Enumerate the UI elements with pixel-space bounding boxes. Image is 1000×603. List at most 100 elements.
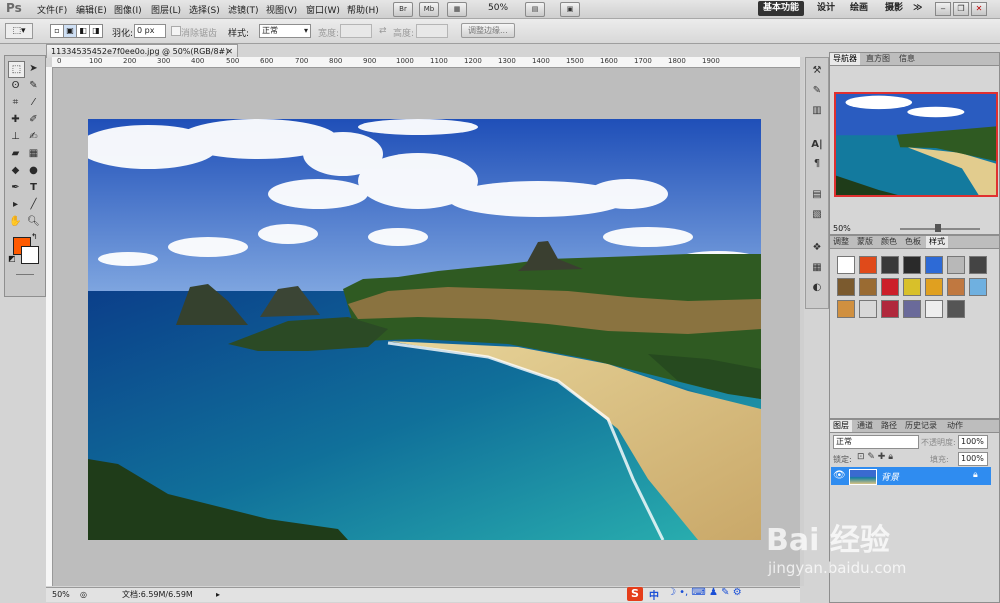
quick-selection-tool-icon[interactable]: ✎ <box>26 78 41 93</box>
status-info-icon[interactable]: ◎ <box>80 588 87 602</box>
history-brush-tool-icon[interactable]: ✍ <box>26 129 41 144</box>
subtract-selection-icon[interactable]: ◧ <box>76 24 90 38</box>
style-swatch[interactable] <box>837 300 855 318</box>
antialias-checkbox[interactable] <box>171 26 181 36</box>
tab-styles[interactable]: 样式 <box>926 236 948 248</box>
new-selection-icon[interactable]: ▫ <box>50 24 64 38</box>
path-selection-tool-icon[interactable]: ▸ <box>8 197 23 212</box>
workspace-design[interactable]: 设计 <box>812 1 840 16</box>
style-swatch[interactable] <box>947 256 965 274</box>
shape-tool-icon[interactable]: ╱ <box>26 197 41 212</box>
style-swatch[interactable] <box>969 256 987 274</box>
style-swatch[interactable] <box>903 278 921 296</box>
clone-source-icon[interactable]: ▥ <box>810 104 824 118</box>
swap-dimensions-icon[interactable]: ⇄ <box>379 26 387 36</box>
menu-view[interactable]: 视图(V) <box>266 3 297 16</box>
tab-swatches[interactable]: 色板 <box>902 236 924 248</box>
ime-mode-label[interactable]: 中 <box>649 587 659 602</box>
rect-marquee-preset-icon[interactable]: ⬚▾ <box>5 23 33 39</box>
style-swatch[interactable] <box>903 300 921 318</box>
tab-paths[interactable]: 路径 <box>878 420 900 432</box>
measurement-log-icon[interactable]: ▦ <box>810 261 824 275</box>
tab-channels[interactable]: 通道 <box>854 420 876 432</box>
status-arrow-icon[interactable]: ▸ <box>216 588 220 602</box>
blur-tool-icon[interactable]: ◆ <box>8 163 23 178</box>
layer-row[interactable]: 👁︎ 背景 🔒︎ <box>831 467 991 485</box>
zoom-level-select[interactable]: 50% <box>488 3 508 13</box>
bridge-button[interactable]: Br <box>393 2 413 17</box>
style-swatch[interactable] <box>837 256 855 274</box>
restore-icon[interactable]: ❐ <box>953 2 969 16</box>
menu-edit[interactable]: 编辑(E) <box>76 3 107 16</box>
menu-file[interactable]: 文件(F) <box>37 3 67 16</box>
style-swatch[interactable] <box>925 300 943 318</box>
width-input[interactable] <box>340 24 372 38</box>
workspace-painting[interactable]: 绘画 <box>845 1 873 16</box>
tab-actions[interactable]: 动作 <box>944 420 966 432</box>
tab-histogram[interactable]: 直方图 <box>863 53 893 65</box>
mini-bridge-button[interactable]: Mb <box>419 2 439 17</box>
tab-info[interactable]: 信息 <box>896 53 918 65</box>
style-swatch[interactable] <box>859 278 877 296</box>
paragraph-panel-icon[interactable]: ¶ <box>810 157 824 171</box>
rectangular-marquee-tool-icon[interactable]: ⬚ <box>8 61 25 78</box>
swap-colors-icon[interactable]: ↰ <box>31 232 38 241</box>
fill-input[interactable]: 100% <box>958 452 988 466</box>
tab-adjustments[interactable]: 调整 <box>830 236 852 248</box>
workspace-basic[interactable]: 基本功能 <box>758 1 805 16</box>
layer-name[interactable]: 背景 <box>881 470 899 483</box>
style-swatch[interactable] <box>881 278 899 296</box>
menu-help[interactable]: 帮助(H) <box>347 3 379 16</box>
menu-image[interactable]: 图像(I) <box>114 3 142 16</box>
style-swatch[interactable] <box>859 300 877 318</box>
notes-icon[interactable]: ▧ <box>810 208 824 222</box>
document-tab[interactable]: 11334535452e7f0ee0o.jpg @ 50%(RGB/8#) ✕ <box>46 44 238 58</box>
style-swatch[interactable] <box>903 256 921 274</box>
clone-stamp-tool-icon[interactable]: ⊥ <box>8 129 23 144</box>
style-swatch[interactable] <box>925 256 943 274</box>
pen-tool-icon[interactable]: ✒ <box>8 180 23 195</box>
menu-window[interactable]: 窗口(W) <box>306 3 340 16</box>
workspace-photography[interactable]: 摄影 <box>880 1 908 16</box>
zoom-tool-icon[interactable]: 🔍︎ <box>26 214 41 229</box>
move-tool-icon[interactable]: ➤ <box>26 61 41 76</box>
refine-edge-button[interactable]: 调整边缘... <box>461 23 515 38</box>
style-swatch[interactable] <box>881 300 899 318</box>
zoom-slider-handle[interactable] <box>935 224 941 232</box>
style-swatch[interactable] <box>969 278 987 296</box>
arrange-documents-icon[interactable]: ▤ <box>525 2 545 17</box>
height-input[interactable] <box>416 24 448 38</box>
default-colors-icon[interactable]: ◩ <box>8 254 16 263</box>
tab-color[interactable]: 颜色 <box>878 236 900 248</box>
eyedropper-tool-icon[interactable]: ⁄ <box>26 95 41 110</box>
screen-mode-icon[interactable]: ▣ <box>560 2 580 17</box>
tab-navigator[interactable]: 导航器 <box>830 53 860 65</box>
brush-tool-icon[interactable]: ✐ <box>26 112 41 127</box>
style-swatch[interactable] <box>947 300 965 318</box>
ime-tray-icons[interactable]: ☽ •, ⌨ ♟ ✎ ⚙ <box>667 587 742 598</box>
blend-mode-select[interactable]: 正常 <box>833 435 919 449</box>
lock-icons[interactable]: ⊡ ✎ ✚ 🔒︎ <box>857 452 893 462</box>
style-swatch[interactable] <box>837 278 855 296</box>
menu-layer[interactable]: 图层(L) <box>151 3 181 16</box>
animation-icon[interactable]: ◐ <box>810 281 824 295</box>
navigator-preview[interactable] <box>834 92 998 197</box>
tab-layers[interactable]: 图层 <box>830 420 852 432</box>
status-zoom[interactable]: 50% <box>52 588 70 602</box>
hand-tool-icon[interactable]: ✋ <box>8 214 23 229</box>
intersect-selection-icon[interactable]: ◨ <box>89 24 103 38</box>
tool-presets-icon[interactable]: ⚒ <box>810 64 824 78</box>
tab-masks[interactable]: 蒙版 <box>854 236 876 248</box>
menu-select[interactable]: 选择(S) <box>189 3 220 16</box>
character-panel-icon[interactable]: A| <box>810 138 824 152</box>
close-icon[interactable]: ✕ <box>971 2 987 16</box>
style-swatch[interactable] <box>881 256 899 274</box>
style-select[interactable]: 正常 ▾ <box>259 24 311 38</box>
minimize-icon[interactable]: ‒ <box>935 2 951 16</box>
style-swatch[interactable] <box>925 278 943 296</box>
visibility-eye-icon[interactable]: 👁︎ <box>833 470 846 481</box>
sogou-ime-icon[interactable]: S <box>627 587 643 601</box>
type-tool-icon[interactable]: T <box>26 180 41 195</box>
dodge-tool-icon[interactable]: ● <box>26 163 41 178</box>
workspace-more-button[interactable]: ≫ <box>908 1 927 16</box>
